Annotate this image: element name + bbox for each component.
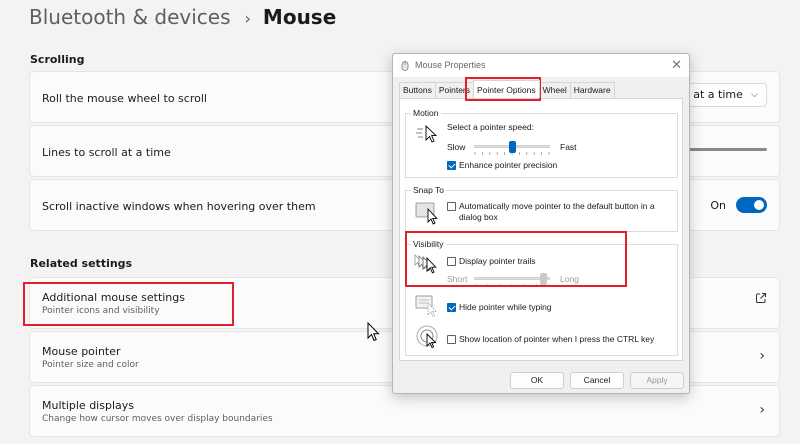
highlight-additional-settings: [23, 282, 234, 326]
show-location-icon: [416, 325, 438, 349]
speed-slow-label: Slow: [447, 142, 466, 152]
chevron-right-icon: ›: [759, 402, 765, 418]
chevron-down-icon: ⌵: [751, 90, 758, 100]
scroll-inactive-label: Scroll inactive windows when hovering ov…: [42, 200, 316, 213]
enhance-precision-label: Enhance pointer precision: [459, 160, 558, 170]
snap-to-label: Automatically move pointer to the defaul…: [459, 201, 655, 222]
speed-fast-label: Fast: [560, 142, 577, 152]
mouse-pointer-sublabel: Pointer size and color: [42, 360, 139, 370]
roll-wheel-dropdown-value: s at a time: [684, 88, 743, 101]
multiple-displays-label: Multiple displays: [42, 399, 134, 412]
apply-button[interactable]: Apply: [630, 372, 684, 389]
close-icon[interactable]: ✕: [671, 57, 682, 73]
scrolling-section-title: Scrolling: [30, 53, 85, 66]
snap-to-group-title: Snap To: [411, 185, 447, 195]
show-location-checkbox[interactable]: [447, 335, 456, 344]
cancel-button[interactable]: Cancel: [570, 372, 624, 389]
snap-to-group: Snap To Automatically move pointer to th…: [405, 185, 678, 232]
pointer-options-panel: Motion Select a pointer speed: Slow Fast…: [399, 98, 683, 361]
dialog-tabs: Buttons Pointers Pointer Options Wheel H…: [399, 80, 615, 98]
breadcrumb-separator-icon: ›: [244, 9, 251, 28]
multiple-displays-sublabel: Change how cursor moves over display bou…: [42, 414, 273, 424]
page-title: Mouse: [262, 5, 337, 29]
ok-button[interactable]: OK: [510, 372, 564, 389]
pointer-speed-thumb[interactable]: [508, 141, 516, 153]
breadcrumb: Bluetooth & devices › Mouse: [29, 5, 336, 29]
pointer-speed-icon: [416, 124, 438, 143]
dialog-title: Mouse Properties: [415, 60, 486, 70]
breadcrumb-parent[interactable]: Bluetooth & devices: [29, 5, 231, 29]
enhance-precision-checkbox[interactable]: [447, 161, 456, 170]
tab-pointer-options[interactable]: Pointer Options: [473, 80, 540, 98]
show-location-label: Show location of pointer when I press th…: [459, 334, 655, 344]
related-settings-title: Related settings: [30, 257, 133, 270]
hide-pointer-label: Hide pointer while typing: [459, 302, 552, 312]
hide-pointer-icon: [415, 295, 438, 318]
highlight-visibility: [405, 231, 627, 287]
motion-group-title: Motion: [411, 108, 441, 118]
tab-wheel[interactable]: Wheel: [538, 82, 571, 98]
dialog-titlebar[interactable]: Mouse Properties ✕: [393, 54, 689, 78]
mouse-properties-dialog: Mouse Properties ✕ Buttons Pointers Poin…: [392, 53, 690, 394]
external-link-icon: [756, 293, 766, 303]
snap-to-icon: [415, 202, 438, 225]
chevron-right-icon: ›: [759, 348, 765, 364]
toggle-knob: [754, 200, 764, 210]
scroll-inactive-toggle-text: On: [710, 199, 726, 212]
tab-buttons[interactable]: Buttons: [399, 82, 436, 98]
hide-pointer-checkbox[interactable]: [447, 303, 456, 312]
pointer-speed-label: Select a pointer speed:: [447, 122, 534, 132]
scroll-inactive-toggle[interactable]: [736, 197, 767, 213]
snap-to-checkbox[interactable]: [447, 202, 456, 211]
lines-to-scroll-slider[interactable]: [677, 148, 767, 151]
mouse-icon: [401, 61, 409, 71]
motion-group: Motion Select a pointer speed: Slow Fast…: [405, 108, 678, 178]
lines-to-scroll-label: Lines to scroll at a time: [42, 146, 171, 159]
mouse-cursor-icon: [367, 322, 380, 342]
roll-wheel-label: Roll the mouse wheel to scroll: [42, 92, 207, 105]
mouse-pointer-label: Mouse pointer: [42, 345, 121, 358]
tab-hardware[interactable]: Hardware: [569, 82, 615, 98]
